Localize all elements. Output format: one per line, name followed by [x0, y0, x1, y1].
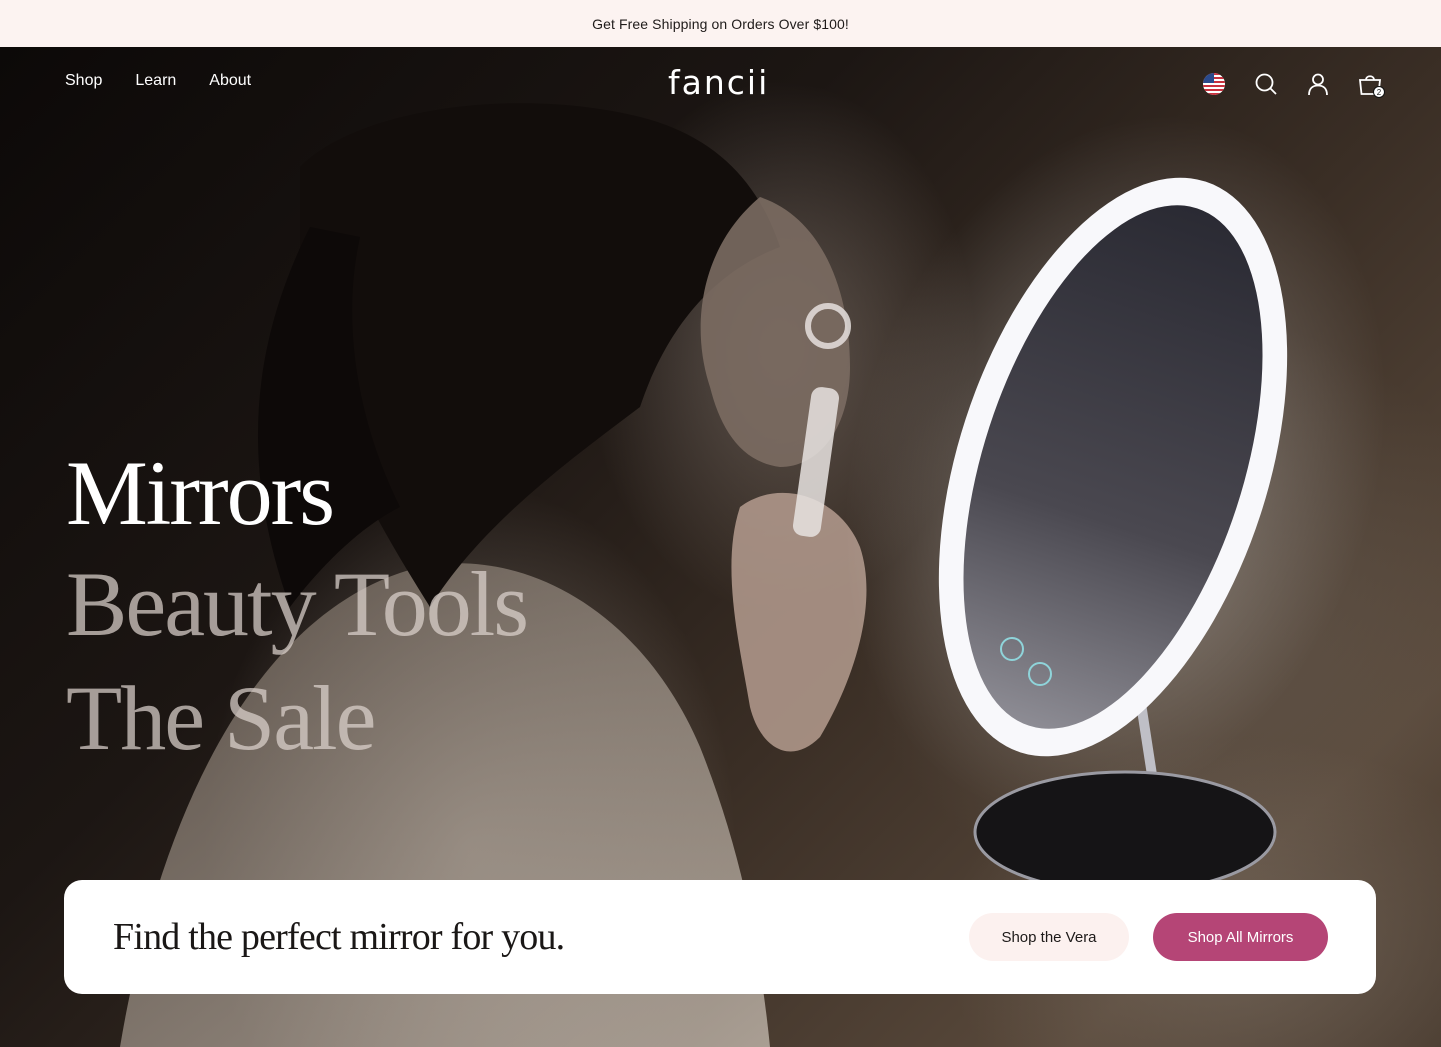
headline-the-sale[interactable]: The Sale [66, 672, 376, 764]
announcement-bar: Get Free Shipping on Orders Over $100! [0, 0, 1441, 47]
cta-title: Find the perfect mirror for you. [113, 916, 565, 958]
cart-icon[interactable]: 2 [1356, 70, 1385, 98]
main-nav: Shop Learn About fancii 2 [0, 47, 1441, 121]
headline-beauty-tools[interactable]: Beauty Tools [66, 558, 529, 650]
account-icon[interactable] [1304, 70, 1331, 97]
nav-icons: 2 [1200, 70, 1385, 98]
shop-the-vera-button[interactable]: Shop the Vera [969, 913, 1129, 961]
search-icon[interactable] [1252, 70, 1279, 97]
headline-mirrors[interactable]: Mirrors [66, 447, 335, 539]
cta-card: Find the perfect mirror for you. Shop th… [64, 880, 1376, 994]
us-flag-icon[interactable] [1200, 70, 1227, 97]
announcement-text: Get Free Shipping on Orders Over $100! [592, 15, 849, 32]
cart-count-badge: 2 [1373, 86, 1385, 98]
nav-learn-link[interactable]: Learn [135, 72, 176, 90]
brand-logo[interactable]: fancii [668, 63, 769, 102]
nav-about-link[interactable]: About [209, 72, 251, 90]
nav-shop-link[interactable]: Shop [65, 72, 102, 90]
shop-all-mirrors-button[interactable]: Shop All Mirrors [1153, 913, 1328, 961]
nav-links: Shop Learn About [65, 72, 251, 90]
